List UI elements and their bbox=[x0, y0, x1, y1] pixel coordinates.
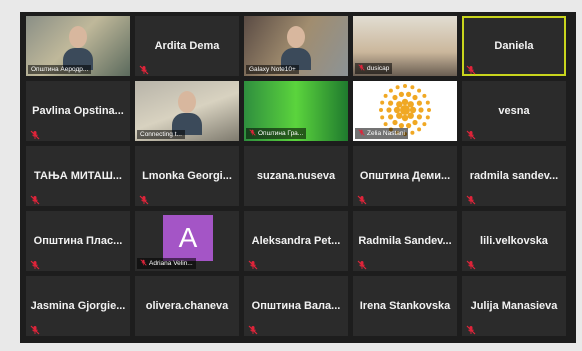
participant-tile[interactable]: Општина Плас... bbox=[26, 211, 130, 271]
muted-microphone-icon bbox=[466, 127, 476, 140]
participant-label-text: Galaxy Note10+ bbox=[249, 66, 296, 73]
participant-tile[interactable]: dusicap bbox=[353, 16, 457, 76]
participant-tile[interactable]: Galaxy Note10+ bbox=[244, 16, 348, 76]
participant-name: Општина Вала... bbox=[251, 300, 341, 312]
muted-microphone-icon bbox=[357, 257, 367, 270]
muted-microphone-icon bbox=[466, 62, 476, 75]
participant-tile[interactable]: Општина Аеродр... bbox=[26, 16, 130, 76]
muted-microphone-icon bbox=[248, 322, 258, 335]
participant-tile[interactable]: Општина Вала... bbox=[244, 276, 348, 336]
participant-tile[interactable]: Zelia Nastani bbox=[353, 81, 457, 141]
participant-name: lili.velkovska bbox=[480, 235, 548, 247]
muted-microphone-icon bbox=[139, 192, 149, 205]
participant-label: Connecting t... bbox=[137, 130, 185, 139]
participant-tile[interactable]: Jasmina Gjorgie... bbox=[26, 276, 130, 336]
participant-tile[interactable]: Radmila Sandev... bbox=[353, 211, 457, 271]
participant-name: Jasmina Gjorgie... bbox=[30, 300, 126, 312]
participant-video bbox=[172, 91, 202, 135]
participant-label: Општина Гра... bbox=[246, 128, 307, 139]
participant-label-text: Adriana Velin... bbox=[149, 260, 193, 267]
muted-microphone-icon bbox=[358, 64, 365, 73]
participant-name: olivera.chaneva bbox=[145, 300, 229, 312]
participant-tile[interactable]: ТАЊА МИТАШ... bbox=[26, 146, 130, 206]
participant-tile[interactable]: Lmonka Georgi... bbox=[135, 146, 239, 206]
participant-label-text: Connecting t... bbox=[140, 131, 182, 138]
video-meeting-screen: Општина Аеродр... Ardita Dema Galaxy Note1… bbox=[20, 12, 576, 343]
participant-video bbox=[281, 26, 311, 70]
participant-tile[interactable]: Општина Деми... bbox=[353, 146, 457, 206]
avatar: A bbox=[163, 215, 213, 261]
participant-label: dusicap bbox=[355, 63, 393, 74]
participant-label: Zelia Nastani bbox=[355, 128, 408, 139]
participant-name: Julija Manasieva bbox=[470, 300, 558, 312]
participant-label: Општина Аеродр... bbox=[28, 65, 92, 74]
participant-tile[interactable]: A Adriana Velin... bbox=[135, 211, 239, 271]
participant-tile[interactable]: vesna bbox=[462, 81, 566, 141]
muted-microphone-icon bbox=[466, 257, 476, 270]
participant-name: Lmonka Georgi... bbox=[142, 170, 232, 182]
muted-microphone-icon bbox=[30, 257, 40, 270]
participant-tile[interactable]: Irena Stankovska bbox=[353, 276, 457, 336]
participant-tile[interactable]: suzana.nuseva bbox=[244, 146, 348, 206]
muted-microphone-icon bbox=[358, 129, 365, 138]
participant-tile[interactable]: lili.velkovska bbox=[462, 211, 566, 271]
muted-microphone-icon bbox=[30, 192, 40, 205]
participant-label-text: Општина Аеродр... bbox=[31, 66, 89, 73]
participant-tile[interactable]: Ardita Dema bbox=[135, 16, 239, 76]
participant-tile[interactable]: olivera.chaneva bbox=[135, 276, 239, 336]
muted-microphone-icon bbox=[249, 129, 256, 138]
participant-label-text: Zelia Nastani bbox=[367, 130, 405, 137]
participant-tile[interactable]: Julija Manasieva bbox=[462, 276, 566, 336]
muted-microphone-icon bbox=[30, 322, 40, 335]
muted-microphone-icon bbox=[248, 257, 258, 270]
participant-name: Irena Stankovska bbox=[359, 300, 451, 312]
participant-tile[interactable]: Aleksandra Pet... bbox=[244, 211, 348, 271]
participant-name: vesna bbox=[498, 105, 530, 117]
participant-name: Pavlina Opstina... bbox=[32, 105, 124, 117]
muted-microphone-icon bbox=[357, 192, 367, 205]
participant-name: Општина Плас... bbox=[33, 235, 123, 247]
participant-name: suzana.nuseva bbox=[256, 170, 336, 182]
participant-name: Radmila Sandev... bbox=[358, 235, 452, 247]
participant-label-text: dusicap bbox=[367, 65, 390, 72]
participant-tile[interactable]: Connecting t... bbox=[135, 81, 239, 141]
participant-tile[interactable]: Pavlina Opstina... bbox=[26, 81, 130, 141]
participant-video bbox=[63, 26, 93, 70]
participant-label: Adriana Velin... bbox=[137, 258, 196, 269]
participant-name: Ardita Dema bbox=[154, 40, 220, 52]
participant-label: Galaxy Note10+ bbox=[246, 65, 299, 74]
participant-tile[interactable]: Daniela bbox=[462, 16, 566, 76]
participant-name: ТАЊА МИТАШ... bbox=[34, 170, 122, 182]
muted-microphone-icon bbox=[139, 62, 149, 75]
muted-microphone-icon bbox=[466, 192, 476, 205]
participant-tile[interactable]: radmila sandev... bbox=[462, 146, 566, 206]
participant-gallery: Општина Аеродр... Ardita Dema Galaxy Note1… bbox=[26, 16, 574, 338]
participant-name: Општина Деми... bbox=[359, 170, 451, 182]
participant-name: Daniela bbox=[494, 40, 534, 52]
participant-name: radmila sandev... bbox=[469, 170, 559, 182]
participant-label-text: Општина Гра... bbox=[258, 130, 304, 137]
muted-microphone-icon bbox=[30, 127, 40, 140]
muted-microphone-icon bbox=[140, 259, 147, 268]
muted-microphone-icon bbox=[466, 322, 476, 335]
participant-name: Aleksandra Pet... bbox=[251, 235, 341, 247]
participant-tile[interactable]: Општина Гра... bbox=[244, 81, 348, 141]
